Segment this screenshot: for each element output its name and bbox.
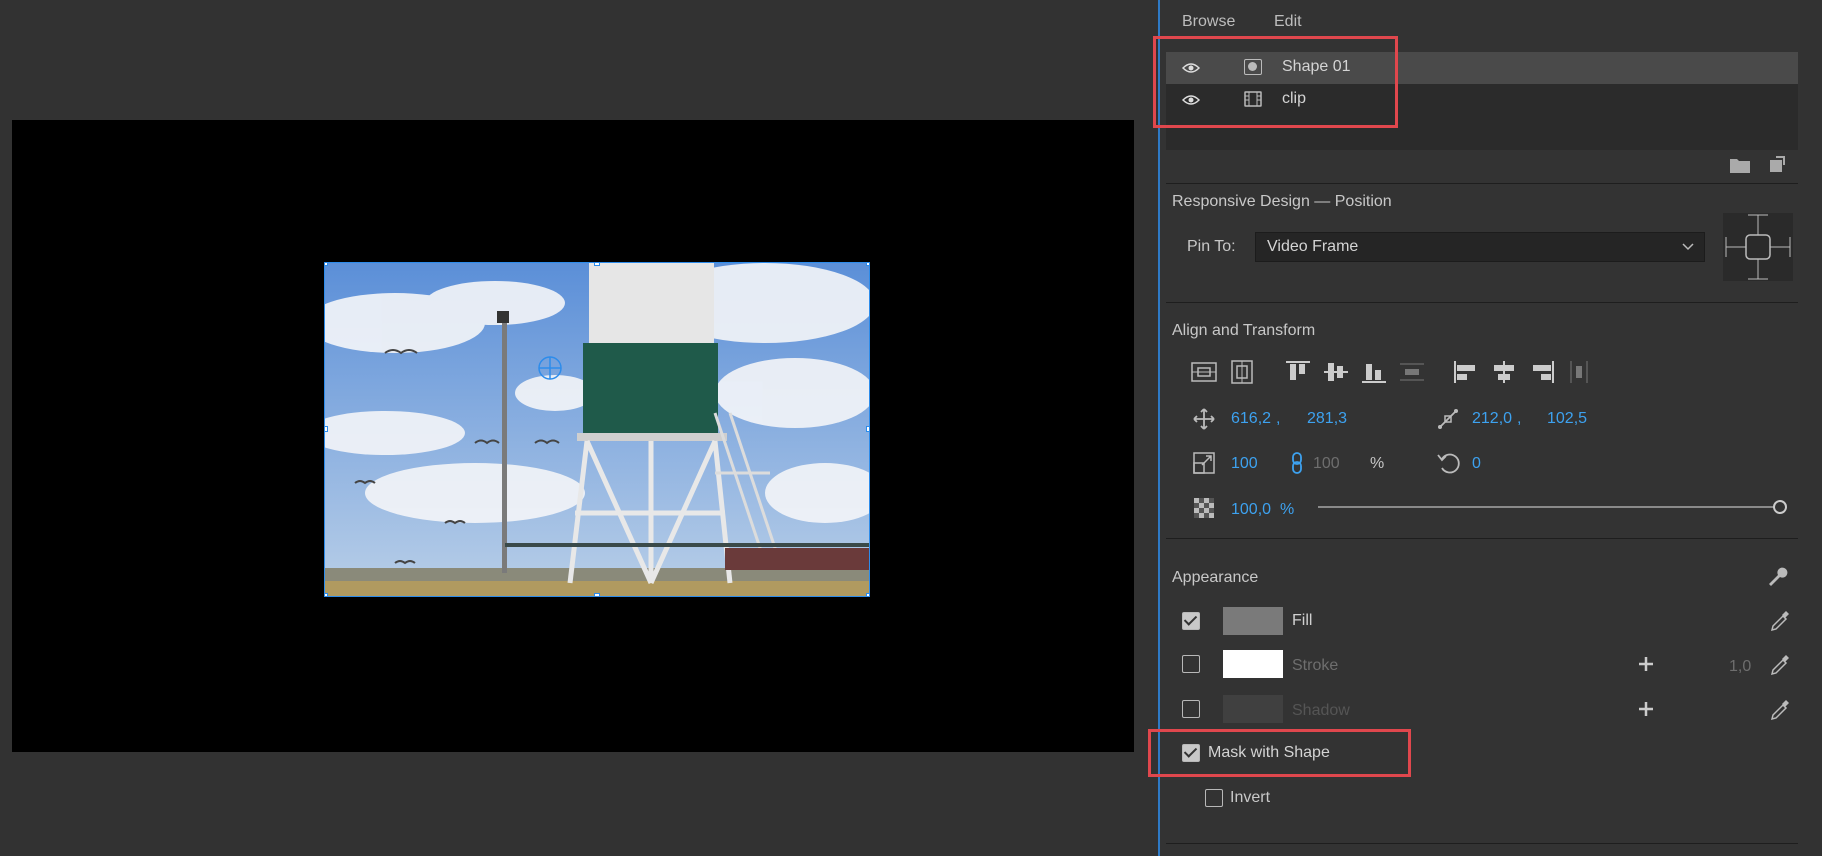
resize-handle-left[interactable] <box>325 426 328 432</box>
opacity-slider-track[interactable] <box>1318 500 1787 514</box>
pin-to-label: Pin To: <box>1187 238 1236 255</box>
divider <box>1166 302 1798 303</box>
scale-icon <box>1193 452 1215 474</box>
resize-handle-top-right[interactable] <box>866 263 869 266</box>
pin-edges-widget[interactable] <box>1723 213 1793 281</box>
eyedropper-icon[interactable] <box>1770 654 1790 676</box>
comma-separator: , <box>1517 410 1522 427</box>
tab-browse[interactable]: Browse <box>1182 13 1235 31</box>
highlight-box-mask <box>1148 729 1411 777</box>
new-item-icon[interactable] <box>1767 156 1785 174</box>
align-right-icon[interactable] <box>1529 360 1555 384</box>
responsive-design-title: Responsive Design — Position <box>1172 193 1392 210</box>
pin-edges-icon <box>1725 214 1791 280</box>
align-left-icon[interactable] <box>1453 360 1479 384</box>
scale-width-value[interactable]: 100 <box>1231 455 1258 473</box>
divider <box>1166 183 1798 184</box>
opacity-slider-thumb[interactable] <box>1773 500 1787 514</box>
anchor-x-value[interactable]: 212,0 <box>1472 410 1512 428</box>
align-to-selection-icon[interactable] <box>1191 360 1217 384</box>
lighthouse-video-image <box>325 263 869 596</box>
stroke-color-swatch[interactable] <box>1223 650 1283 678</box>
invert-checkbox[interactable] <box>1205 789 1223 807</box>
distribute-horizontal-icon[interactable] <box>1567 360 1593 384</box>
distribute-vertical-icon[interactable] <box>1399 360 1425 384</box>
align-bottom-icon[interactable] <box>1361 360 1387 384</box>
eyedropper-icon[interactable] <box>1770 610 1790 632</box>
program-monitor[interactable] <box>12 120 1134 752</box>
add-shadow-icon[interactable] <box>1638 701 1654 717</box>
shadow-label: Shadow <box>1292 702 1350 719</box>
eyedropper-icon[interactable] <box>1770 699 1790 721</box>
scale-height-value[interactable]: 100 <box>1313 455 1340 473</box>
position-x-value[interactable]: 616,2 <box>1231 410 1271 428</box>
align-to-video-frame-icon[interactable] <box>1229 360 1255 384</box>
stroke-label: Stroke <box>1292 657 1339 674</box>
divider <box>1166 843 1798 844</box>
stroke-width-value[interactable]: 1,0 <box>1729 658 1751 676</box>
align-transform-title: Align and Transform <box>1172 322 1316 339</box>
opacity-unit: % <box>1280 501 1295 518</box>
resize-handle-top[interactable] <box>594 263 600 266</box>
fill-label: Fill <box>1292 612 1313 629</box>
resize-handle-bottom-right[interactable] <box>866 593 869 596</box>
resize-handle-bottom-left[interactable] <box>325 593 328 596</box>
align-top-icon[interactable] <box>1285 360 1311 384</box>
appearance-title: Appearance <box>1172 569 1259 586</box>
tab-edit[interactable]: Edit <box>1274 13 1302 31</box>
pin-to-value: Video Frame <box>1267 238 1359 255</box>
fill-color-swatch[interactable] <box>1223 607 1283 635</box>
video-clip-frame[interactable] <box>324 262 870 597</box>
scale-unit: % <box>1370 455 1385 472</box>
link-icon[interactable] <box>1290 452 1304 474</box>
chevron-down-icon <box>1682 243 1694 251</box>
resize-handle-bottom[interactable] <box>594 593 600 596</box>
rotation-value[interactable]: 0 <box>1472 455 1481 473</box>
position-move-icon <box>1193 408 1215 430</box>
shadow-color-swatch[interactable] <box>1223 695 1283 723</box>
align-horizontal-center-icon[interactable] <box>1491 360 1517 384</box>
rotation-icon <box>1437 453 1460 474</box>
invert-label: Invert <box>1230 789 1271 806</box>
add-stroke-icon[interactable] <box>1638 656 1654 672</box>
shadow-checkbox[interactable] <box>1182 700 1200 718</box>
comma-separator: , <box>1276 410 1281 427</box>
highlight-box-layers <box>1153 36 1398 128</box>
position-y-value[interactable]: 281,3 <box>1307 410 1347 428</box>
divider <box>1166 538 1798 539</box>
resize-handle-top-left[interactable] <box>325 263 328 266</box>
stroke-checkbox[interactable] <box>1182 655 1200 673</box>
anchor-point-icon <box>1438 409 1458 429</box>
align-vertical-center-icon[interactable] <box>1323 360 1349 384</box>
folder-icon[interactable] <box>1729 156 1751 174</box>
opacity-checker-icon <box>1194 498 1214 518</box>
fill-checkbox[interactable] <box>1182 612 1200 630</box>
opacity-value[interactable]: 100,0 <box>1231 501 1271 519</box>
wrench-icon[interactable] <box>1766 565 1788 587</box>
pin-to-dropdown[interactable]: Video Frame <box>1255 232 1705 262</box>
opacity-slider-fill <box>1318 506 1780 508</box>
anchor-y-value[interactable]: 102,5 <box>1547 410 1587 428</box>
resize-handle-right[interactable] <box>866 426 869 432</box>
